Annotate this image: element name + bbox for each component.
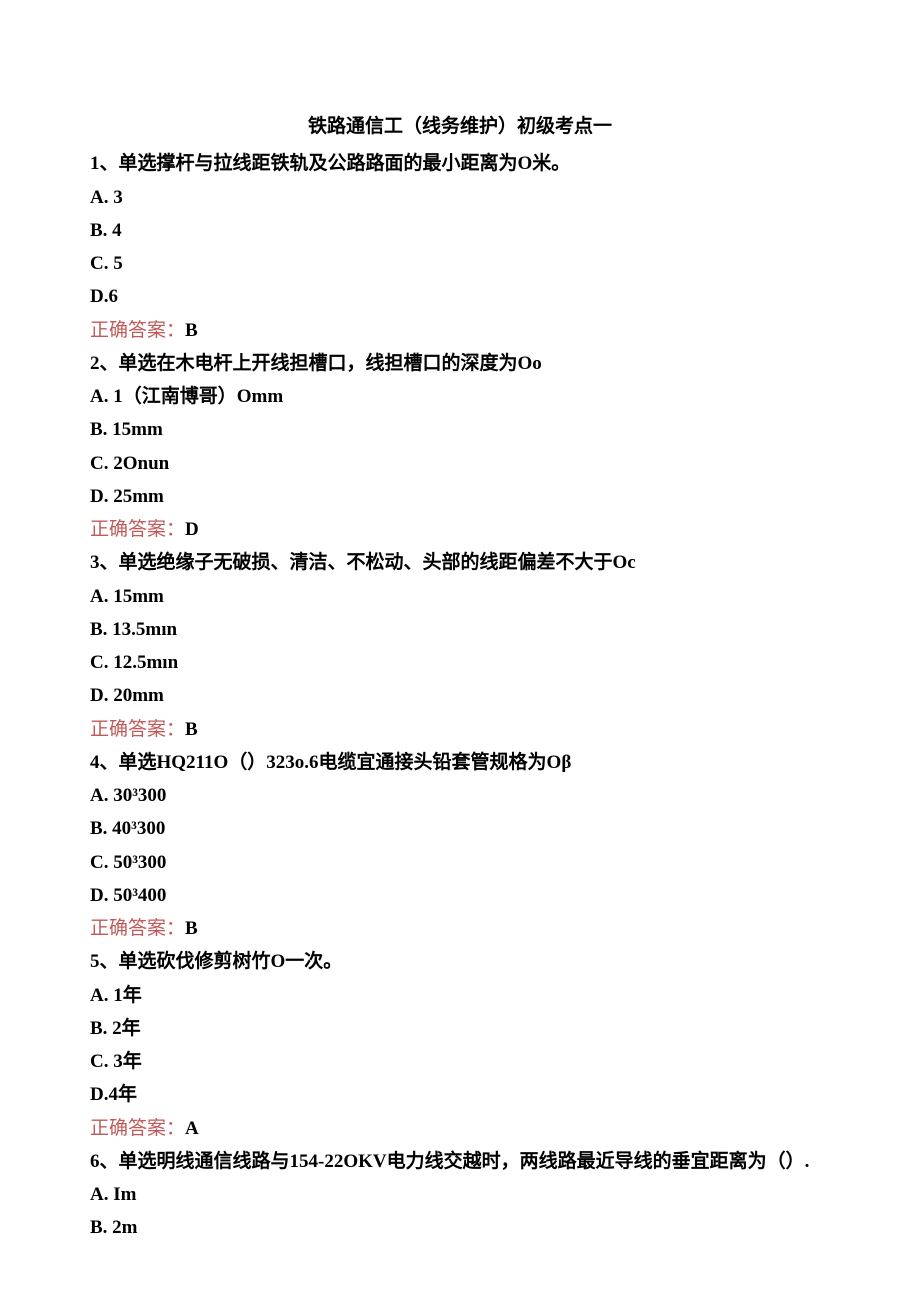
answer-line: 正确答案：D	[90, 513, 830, 546]
question-option: D.4年	[90, 1078, 830, 1111]
answer-label: 正确答案：	[90, 320, 185, 341]
question-option: C. 5	[90, 247, 830, 280]
question-option: C. 3年	[90, 1045, 830, 1078]
answer-value: B	[185, 320, 198, 341]
question-stem: 4、单选HQ211O（）323o.6电缆宜通接头铅套管规格为Oβ	[90, 746, 830, 779]
question-option: C. 12.5mın	[90, 646, 830, 679]
question-option: D.6	[90, 280, 830, 313]
question-option: B. 4	[90, 214, 830, 247]
answer-line: 正确答案：A	[90, 1112, 830, 1145]
question-stem: 1、单选撑杆与拉线距铁轨及公路路面的最小距离为O米。	[90, 147, 830, 180]
question-option: B. 13.5mın	[90, 613, 830, 646]
question-option: D. 50³400	[90, 879, 830, 912]
answer-label: 正确答案：	[90, 918, 185, 939]
question-option: B. 2m	[90, 1211, 830, 1244]
answer-label: 正确答案：	[90, 519, 185, 540]
question-option: B. 15mm	[90, 413, 830, 446]
question-option: A. 1年	[90, 979, 830, 1012]
question-option: B. 2年	[90, 1012, 830, 1045]
question-option: A. 3	[90, 181, 830, 214]
answer-value: B	[185, 719, 198, 740]
answer-value: B	[185, 918, 198, 939]
answer-line: 正确答案：B	[90, 713, 830, 746]
question-option: C. 2Onun	[90, 447, 830, 480]
question-option: D. 25mm	[90, 480, 830, 513]
document-page: 铁路通信工（线务维护）初级考点一 1、单选撑杆与拉线距铁轨及公路路面的最小距离为…	[0, 0, 920, 1305]
answer-line: 正确答案：B	[90, 912, 830, 945]
question-stem: 5、单选砍伐修剪树竹O一次。	[90, 945, 830, 978]
answer-label: 正确答案：	[90, 719, 185, 740]
question-stem: 2、单选在木电杆上开线担槽口，线担槽口的深度为Oo	[90, 347, 830, 380]
question-option: A. Im	[90, 1178, 830, 1211]
answer-line: 正确答案：B	[90, 314, 830, 347]
question-option: C. 50³300	[90, 846, 830, 879]
question-option: A. 30³300	[90, 779, 830, 812]
question-option: B. 40³300	[90, 812, 830, 845]
document-title: 铁路通信工（线务维护）初级考点一	[90, 110, 830, 143]
question-option: D. 20mm	[90, 679, 830, 712]
question-option: A. 1（江南博哥）Omm	[90, 380, 830, 413]
question-option: A. 15mm	[90, 580, 830, 613]
question-stem: 3、单选绝缘子无破损、清洁、不松动、头部的线距偏差不大于Oc	[90, 546, 830, 579]
answer-label: 正确答案：	[90, 1118, 185, 1139]
answer-value: D	[185, 519, 199, 540]
document-body: 1、单选撑杆与拉线距铁轨及公路路面的最小距离为O米。A. 3B. 4C. 5D.…	[90, 147, 830, 1244]
answer-value: A	[185, 1118, 199, 1139]
question-stem: 6、单选明线通信线路与154-22OKV电力线交越时，两线路最近导线的垂宜距离为…	[90, 1145, 830, 1178]
